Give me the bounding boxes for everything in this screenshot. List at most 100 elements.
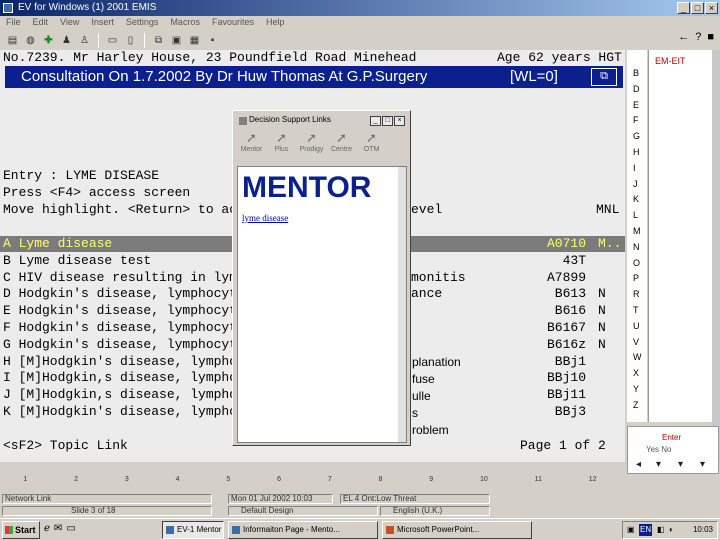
otm-button[interactable]: ➚ OTM xyxy=(358,130,385,162)
alphabet-letter[interactable]: I xyxy=(633,163,645,173)
function-key[interactable]: 1 xyxy=(23,476,27,486)
paste-icon[interactable]: ▣ xyxy=(169,33,184,48)
menu-settings[interactable]: Settings xyxy=(126,16,159,29)
alphabet-letter[interactable]: E xyxy=(633,100,645,110)
code-row-text[interactable]: E Hodgkin's disease, lymphocyt xyxy=(3,303,237,319)
network-icon[interactable]: ◧ xyxy=(657,522,665,538)
plus-button[interactable]: ➚ Plus xyxy=(268,130,295,162)
topic-link[interactable]: <sF2> Topic Link xyxy=(3,438,128,454)
minimize-button[interactable]: _ xyxy=(677,2,690,14)
function-key[interactable]: 10 xyxy=(480,476,488,486)
alphabet-letter[interactable]: D xyxy=(633,84,645,94)
task-powerpoint[interactable]: Microsoft PowerPoint... xyxy=(382,521,532,539)
menu-macros[interactable]: Macros xyxy=(170,16,200,29)
alphabet-letter[interactable]: J xyxy=(633,179,645,189)
desktop-icon[interactable]: ▭ xyxy=(66,523,75,534)
volume-icon[interactable]: ◐ xyxy=(669,522,674,538)
back-icon[interactable]: ← xyxy=(678,31,689,43)
menu-help[interactable]: Help xyxy=(266,16,285,29)
lyme-disease-link[interactable]: lyme disease xyxy=(242,213,288,223)
alphabet-letter[interactable]: N xyxy=(633,242,645,252)
menu-edit[interactable]: Edit xyxy=(33,16,49,29)
page-icon[interactable]: ▯ xyxy=(123,33,138,48)
alphabet-letter[interactable]: V xyxy=(633,337,645,347)
globe-icon[interactable]: ◍ xyxy=(23,33,38,48)
menu-insert[interactable]: Insert xyxy=(91,16,114,29)
maximize-button[interactable]: □ xyxy=(691,2,704,14)
code-row-text[interactable]: B Lyme disease test xyxy=(3,253,151,269)
alphabet-letter[interactable]: Y xyxy=(633,384,645,394)
function-key-strip: 1 2 3 4 5 6 7 8 9 10 11 12 xyxy=(0,476,620,486)
dialog-maximize-button[interactable]: □ xyxy=(382,116,393,126)
code-row-text[interactable]: A Lyme disease xyxy=(3,236,112,252)
function-key[interactable]: 2 xyxy=(74,476,78,486)
start-button[interactable]: Start xyxy=(2,521,40,539)
users-icon[interactable]: ♟ xyxy=(59,33,74,48)
mentor-button[interactable]: ➚ Mentor xyxy=(238,130,265,162)
code-row-text[interactable]: K [M]Hodgkin's disease, lympho xyxy=(3,404,237,420)
prodigy-button[interactable]: ➚ Prodigy xyxy=(298,130,325,162)
function-key[interactable]: 5 xyxy=(226,476,230,486)
down-arrow-icon[interactable]: ▾ xyxy=(656,459,661,470)
alphabet-letter[interactable]: T xyxy=(633,305,645,315)
menu-file[interactable]: File xyxy=(6,16,21,29)
scrollbar[interactable] xyxy=(712,50,720,462)
alphabet-letter[interactable]: F xyxy=(633,115,645,125)
function-key[interactable]: 6 xyxy=(277,476,281,486)
alphabet-letter[interactable]: O xyxy=(633,258,645,268)
down-arrow-icon[interactable]: ▾ xyxy=(700,459,705,470)
function-key[interactable]: 8 xyxy=(379,476,383,486)
left-arrow-icon[interactable]: ◂ xyxy=(636,459,641,470)
add-icon[interactable]: ✚ xyxy=(41,33,56,48)
tray-icon[interactable]: ▦ xyxy=(187,33,202,48)
tray-icon[interactable]: ▣ xyxy=(627,522,635,538)
task-information-page[interactable]: Informaiton Page - Mento... xyxy=(228,521,378,539)
person-icon[interactable]: ♙ xyxy=(77,33,92,48)
code-row-text[interactable]: H [M]Hodgkin's disease, lympho xyxy=(3,354,237,370)
menu-favourites[interactable]: Favourites xyxy=(212,16,254,29)
centre-button[interactable]: ➚ Centre xyxy=(328,130,355,162)
function-key[interactable]: 12 xyxy=(589,476,597,486)
alphabet-letter[interactable]: B xyxy=(633,68,645,78)
code-row-text[interactable]: G Hodgkin's disease, lymphocyt xyxy=(3,337,237,353)
code-row-text[interactable]: D Hodgkin's disease, lymphocyt xyxy=(3,286,237,302)
dialog-scrollbar[interactable] xyxy=(398,167,406,442)
close-button[interactable]: × xyxy=(705,2,718,14)
alphabet-letter[interactable]: H xyxy=(633,147,645,157)
doc-icon[interactable]: ▭ xyxy=(105,33,120,48)
function-key[interactable]: 4 xyxy=(176,476,180,486)
alphabet-letter[interactable]: P xyxy=(633,273,645,283)
down-arrow-icon[interactable]: ▾ xyxy=(678,459,683,470)
language-indicator[interactable]: EN xyxy=(639,524,653,536)
alphabet-letter[interactable]: U xyxy=(633,321,645,331)
ie-icon[interactable]: ℯ xyxy=(44,523,50,534)
function-key[interactable]: 3 xyxy=(125,476,129,486)
alphabet-letter[interactable]: M xyxy=(633,226,645,236)
window-switch-icon[interactable]: ⧉ xyxy=(591,68,617,86)
code-row-text[interactable]: J [M]Hodgkin,s disease, lympho xyxy=(3,387,237,403)
function-key[interactable]: 7 xyxy=(328,476,332,486)
dialog-minimize-button[interactable]: _ xyxy=(370,116,381,126)
alphabet-letter[interactable]: K xyxy=(633,194,645,204)
task-ev-mentor[interactable]: EV-1 Mentor xyxy=(162,521,224,539)
alphabet-letter[interactable]: W xyxy=(633,352,645,362)
print-icon[interactable]: ▤ xyxy=(5,33,20,48)
function-key[interactable]: 9 xyxy=(429,476,433,486)
read-code: BBj10 xyxy=(547,370,587,386)
alphabet-letter[interactable]: Z xyxy=(633,400,645,410)
code-row-text[interactable]: I [M]Hodgkin,s disease, lympho xyxy=(3,370,237,386)
alphabet-letter[interactable]: R xyxy=(633,289,645,299)
alphabet-letter[interactable]: G xyxy=(633,131,645,141)
copy-icon[interactable]: ⧉ xyxy=(151,33,166,48)
code-row-text[interactable]: C HIV disease resulting in lym xyxy=(3,270,237,286)
alphabet-letter[interactable]: L xyxy=(633,210,645,220)
function-key[interactable]: 11 xyxy=(535,476,542,486)
save-icon[interactable]: ▪ xyxy=(205,33,220,48)
alphabet-letter[interactable]: X xyxy=(633,368,645,378)
stop-icon[interactable]: ■ xyxy=(707,31,714,43)
menu-view[interactable]: View xyxy=(60,16,79,29)
outlook-icon[interactable]: ✉ xyxy=(54,523,62,534)
dialog-close-button[interactable]: × xyxy=(394,116,405,126)
help-icon[interactable]: ? xyxy=(695,31,701,43)
code-row-text[interactable]: F Hodgkin's disease, lymphocyt xyxy=(3,320,237,336)
